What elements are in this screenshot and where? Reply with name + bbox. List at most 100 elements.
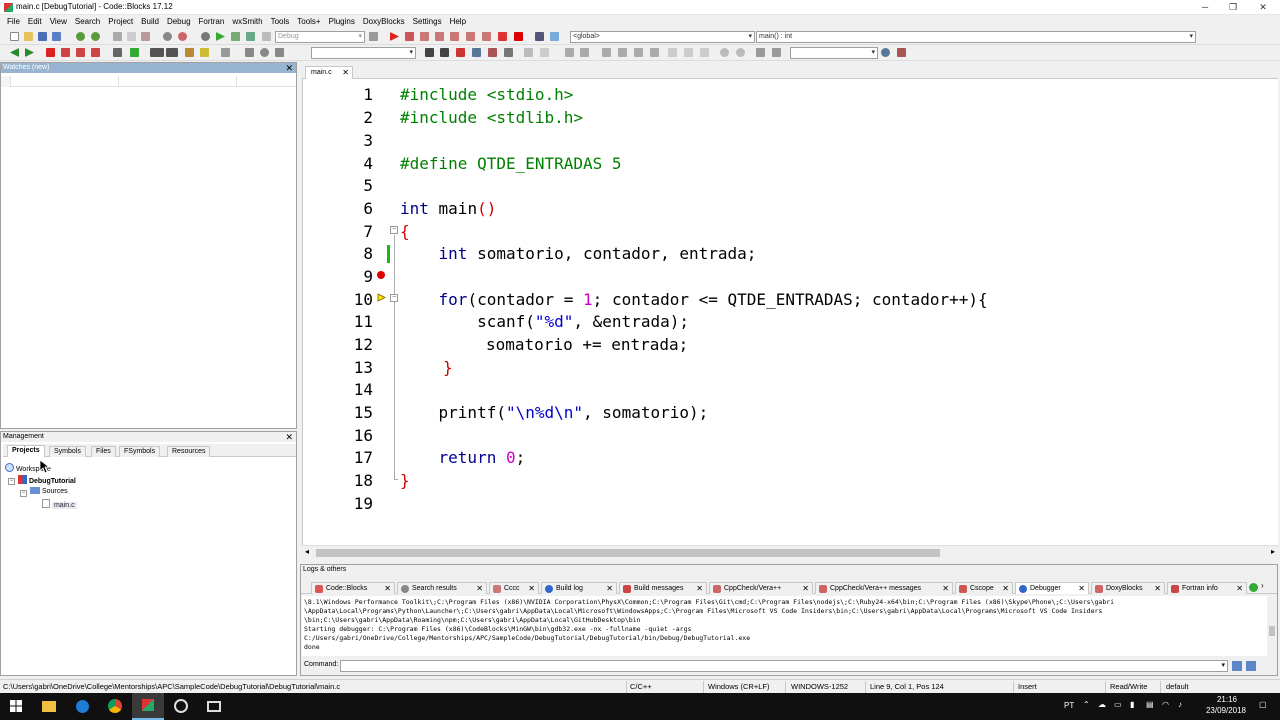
taskbar-obs[interactable] <box>165 693 197 720</box>
next-line-icon[interactable] <box>420 32 429 41</box>
menu-fortran[interactable]: Fortran <box>195 17 229 26</box>
build-gear-icon[interactable] <box>201 32 210 41</box>
tab-cscope[interactable]: Cscope ✕ <box>955 582 1013 594</box>
code-editor[interactable]: 1 2 3 4 5 6 7 8 9 10 11 12 13 14 15 16 1… <box>302 79 1278 545</box>
step-into-icon[interactable] <box>435 32 444 41</box>
jump-forward-icon[interactable] <box>25 48 34 57</box>
debugging-windows-icon[interactable] <box>535 32 544 41</box>
html-help-icon[interactable] <box>200 48 209 57</box>
undo-icon[interactable] <box>76 32 85 41</box>
taskbar-codeblocks[interactable] <box>132 693 164 720</box>
scope-select[interactable]: <global> ▾ <box>570 31 755 43</box>
tray-battery-icon[interactable]: ▮ <box>1130 700 1134 709</box>
close-icon[interactable]: ✕ <box>942 583 949 594</box>
menu-tools-plus[interactable]: Tools+ <box>293 17 324 26</box>
show-select-target-icon[interactable] <box>369 32 378 41</box>
search-icon[interactable] <box>881 48 890 57</box>
editor-horizontal-scrollbar[interactable]: ◂ ▸ <box>302 545 1278 559</box>
align-icon-3[interactable] <box>634 48 643 57</box>
menu-file[interactable]: File <box>3 17 24 26</box>
align-icon-2[interactable] <box>618 48 627 57</box>
tab-scroll-right-icon[interactable]: › <box>1261 581 1264 590</box>
frame-icon-2[interactable] <box>684 48 693 57</box>
tab-fortran-info[interactable]: Fortran info ✕ <box>1167 582 1247 594</box>
build-and-run-icon[interactable] <box>231 32 240 41</box>
tab-build-messages[interactable]: Build messages ✕ <box>619 582 707 594</box>
prev-icon[interactable] <box>245 48 254 57</box>
code-completion-select[interactable]: ▾ <box>311 47 416 59</box>
scroll-left-icon[interactable]: ◂ <box>305 547 309 556</box>
align-icon-1[interactable] <box>602 48 611 57</box>
open-file-icon[interactable] <box>24 32 33 41</box>
close-icon[interactable]: ✕ <box>342 67 349 79</box>
scroll-thumb[interactable] <box>316 549 940 557</box>
breakpoint-icon[interactable] <box>377 271 385 279</box>
tab-doxyblocks[interactable]: DoxyBlocks ✕ <box>1091 582 1165 594</box>
tray-time[interactable]: 21:16 <box>1212 695 1242 704</box>
align-icon-4[interactable] <box>650 48 659 57</box>
build-target-select[interactable]: Debug ▾ <box>275 31 365 43</box>
abort-icon[interactable] <box>262 32 271 41</box>
menu-project[interactable]: Project <box>104 17 137 26</box>
tab-symbols[interactable]: Symbols <box>49 446 86 457</box>
menu-edit[interactable]: Edit <box>24 17 46 26</box>
tray-volume-icon[interactable]: ♪ <box>1178 700 1182 709</box>
save-all-icon[interactable] <box>52 32 61 41</box>
frame-icon-3[interactable] <box>700 48 709 57</box>
tab-debugger[interactable]: Debugger ✕ <box>1015 582 1089 594</box>
rebuild-icon[interactable] <box>246 32 255 41</box>
fold-toggle-icon[interactable]: − <box>390 294 398 302</box>
next-bookmark-icon[interactable] <box>76 48 85 57</box>
menu-build[interactable]: Build <box>137 17 163 26</box>
tab-codeblocks[interactable]: Code::Blocks ✕ <box>311 582 395 594</box>
step-out-icon[interactable] <box>450 32 459 41</box>
menu-doxyblocks[interactable]: DoxyBlocks <box>359 17 409 26</box>
tab-cccc[interactable]: Cccc ✕ <box>489 582 539 594</box>
close-icon[interactable]: ✕ <box>1002 583 1009 594</box>
close-icon[interactable]: ✕ <box>285 63 293 73</box>
clear-bookmarks-icon[interactable] <box>91 48 100 57</box>
spell-s-icon[interactable] <box>756 48 765 57</box>
logs-vertical-scrollbar[interactable] <box>1267 596 1277 656</box>
new-file-icon[interactable] <box>10 32 19 41</box>
line-comment-icon[interactable] <box>166 48 178 57</box>
highlight-icon[interactable] <box>113 48 122 57</box>
toggle-bookmark-icon[interactable] <box>46 48 55 57</box>
menu-help[interactable]: Help <box>446 17 470 26</box>
step-into-instruction-icon[interactable] <box>482 32 491 41</box>
close-icon[interactable]: ✕ <box>696 583 703 594</box>
tab-main-c[interactable]: main.c ✕ <box>305 66 353 79</box>
scroll-right-icon[interactable]: ▸ <box>1271 547 1275 556</box>
close-icon[interactable]: ✕ <box>1078 583 1085 594</box>
zoom-in-icon[interactable] <box>736 48 745 57</box>
menu-debug[interactable]: Debug <box>163 17 195 26</box>
close-icon[interactable]: ✕ <box>606 583 613 594</box>
collapse-icon[interactable]: − <box>8 478 15 485</box>
tab-fsymbols[interactable]: FSymbols <box>119 446 161 457</box>
tab-overflow-icon[interactable] <box>1249 583 1258 592</box>
tab-files[interactable]: Files <box>91 446 116 457</box>
tray-date[interactable]: 23/09/2018 <box>1200 706 1252 715</box>
jump-back-icon[interactable] <box>10 48 19 57</box>
prev-match-icon[interactable] <box>488 48 497 57</box>
close-icon[interactable]: ✕ <box>1236 583 1243 594</box>
regex-icon[interactable] <box>504 48 513 57</box>
close-window-button[interactable]: ✕ <box>1248 0 1278 15</box>
replace-icon[interactable] <box>178 32 187 41</box>
taskbar-app[interactable] <box>198 693 230 720</box>
collapse-icon[interactable]: − <box>20 490 27 497</box>
tree-folder-sources[interactable]: Sources <box>30 487 68 497</box>
menu-settings[interactable]: Settings <box>409 17 446 26</box>
tab-projects[interactable]: Projects <box>7 445 45 457</box>
select-icon[interactable] <box>524 48 533 57</box>
next-instruction-icon[interactable] <box>466 32 475 41</box>
redo-icon[interactable] <box>91 32 100 41</box>
menu-search[interactable]: Search <box>71 17 104 26</box>
send-command-icon[interactable] <box>1232 661 1242 671</box>
options-icon[interactable] <box>897 48 906 57</box>
menu-view[interactable]: View <box>46 17 71 26</box>
tray-language[interactable]: PT <box>1064 701 1074 710</box>
menu-plugins[interactable]: Plugins <box>325 17 359 26</box>
paste-icon[interactable] <box>141 32 150 41</box>
scroll-thumb[interactable] <box>1269 626 1275 636</box>
